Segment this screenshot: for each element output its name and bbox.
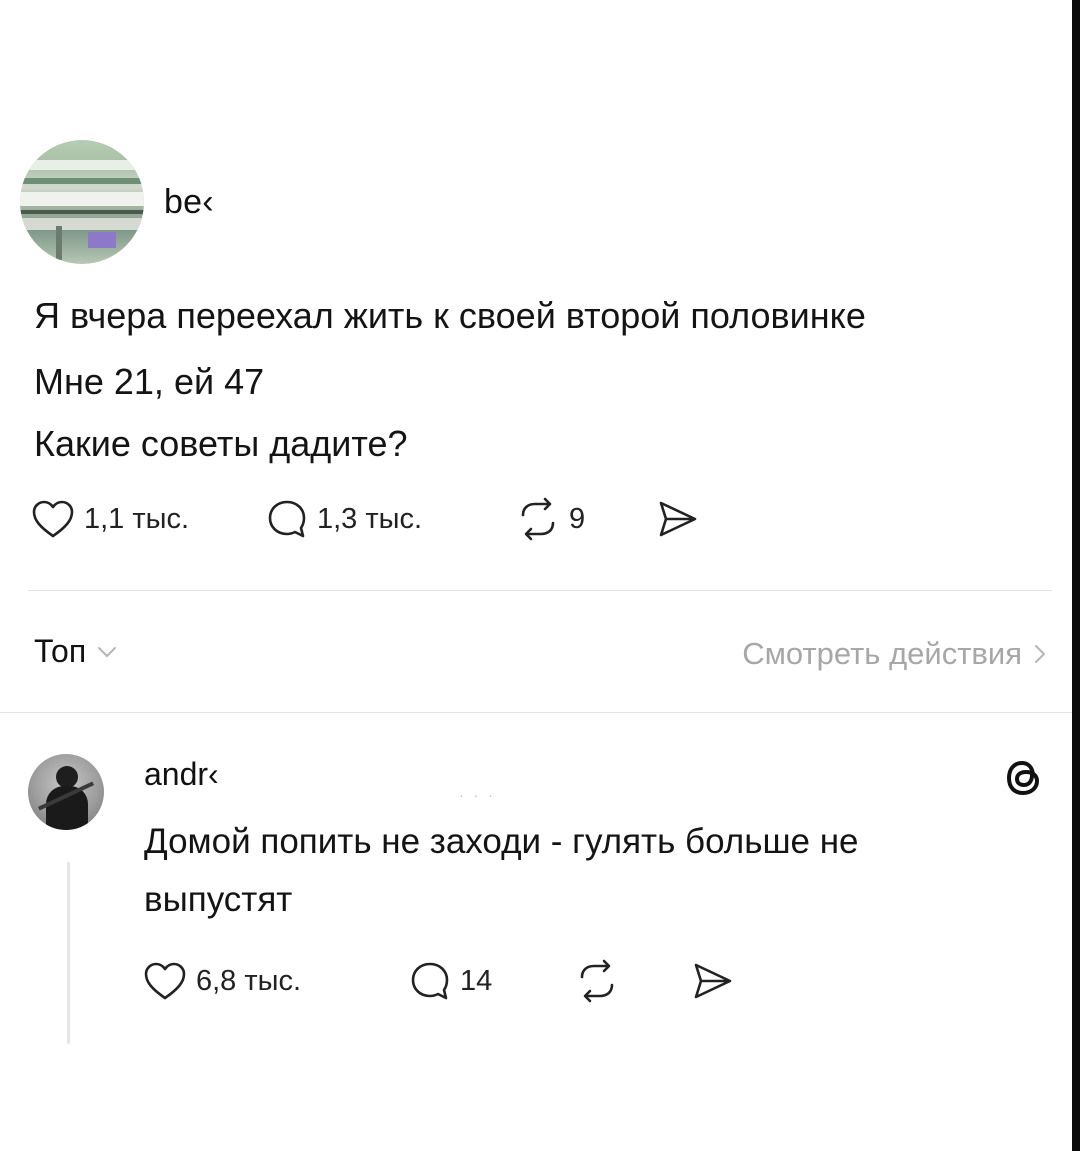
- divider: [28, 590, 1052, 591]
- reply-text-line: Домой попить не заходи - гулять больше н…: [144, 822, 859, 861]
- reply-username[interactable]: andr‹: [144, 756, 219, 793]
- heart-icon: [32, 500, 74, 538]
- view-activity-link[interactable]: Смотреть действия: [742, 636, 1046, 672]
- repost-icon: [580, 959, 614, 1003]
- comment-count: 1,3 тыс.: [317, 502, 423, 535]
- repost-button[interactable]: 9: [515, 497, 655, 541]
- threads-post-screen: be‹ Я вчера переехал жить к своей второй…: [0, 0, 1080, 1151]
- post-text-line: Мне 21, ей 47: [34, 361, 265, 402]
- like-button[interactable]: 1,1 тыс.: [30, 498, 265, 540]
- heart-icon: [144, 962, 186, 1000]
- thread-line: [67, 862, 70, 1044]
- reply-share-button[interactable]: [690, 960, 736, 1002]
- reply-comment-button[interactable]: 14: [408, 959, 574, 1003]
- post-username[interactable]: be‹: [164, 183, 214, 222]
- reply-text-line: выпустят: [144, 880, 293, 919]
- reply-repost-button[interactable]: [574, 959, 690, 1003]
- post-text-line: Какие советы дадите?: [34, 423, 408, 464]
- post-text-line: Я вчера переехал жить к своей второй пол…: [34, 295, 866, 336]
- repost-count: 9: [569, 502, 586, 535]
- divider: [0, 712, 1072, 713]
- sort-dropdown[interactable]: Топ: [34, 633, 118, 670]
- reply-comment-count: 14: [460, 964, 493, 997]
- like-count: 1,1 тыс.: [84, 502, 190, 535]
- speech-bubble-icon: [268, 500, 306, 538]
- send-icon: [659, 501, 697, 537]
- repost-icon: [521, 497, 555, 541]
- post-avatar[interactable]: [20, 140, 144, 264]
- comment-button[interactable]: 1,3 тыс.: [265, 497, 515, 541]
- sort-label: Топ: [34, 633, 87, 669]
- reply-like-count: 6,8 тыс.: [196, 964, 302, 997]
- reply-actions-bar: 6,8 тыс. 14: [142, 958, 736, 1004]
- chevron-right-icon: [1035, 645, 1045, 663]
- chevron-down-icon: [98, 646, 117, 657]
- threads-logo-icon: [1006, 760, 1040, 796]
- send-icon: [694, 963, 732, 999]
- screen-edge: [1072, 0, 1080, 1151]
- share-button[interactable]: [655, 498, 701, 540]
- speech-bubble-icon: [411, 962, 449, 1000]
- post-actions-bar: 1,1 тыс. 1,3 тыс. 9: [30, 496, 701, 542]
- reply-avatar[interactable]: [28, 754, 104, 830]
- view-activity-label: Смотреть действия: [742, 636, 1022, 671]
- reply-dots: · · ·: [459, 787, 496, 803]
- reply-like-button[interactable]: 6,8 тыс.: [142, 960, 408, 1002]
